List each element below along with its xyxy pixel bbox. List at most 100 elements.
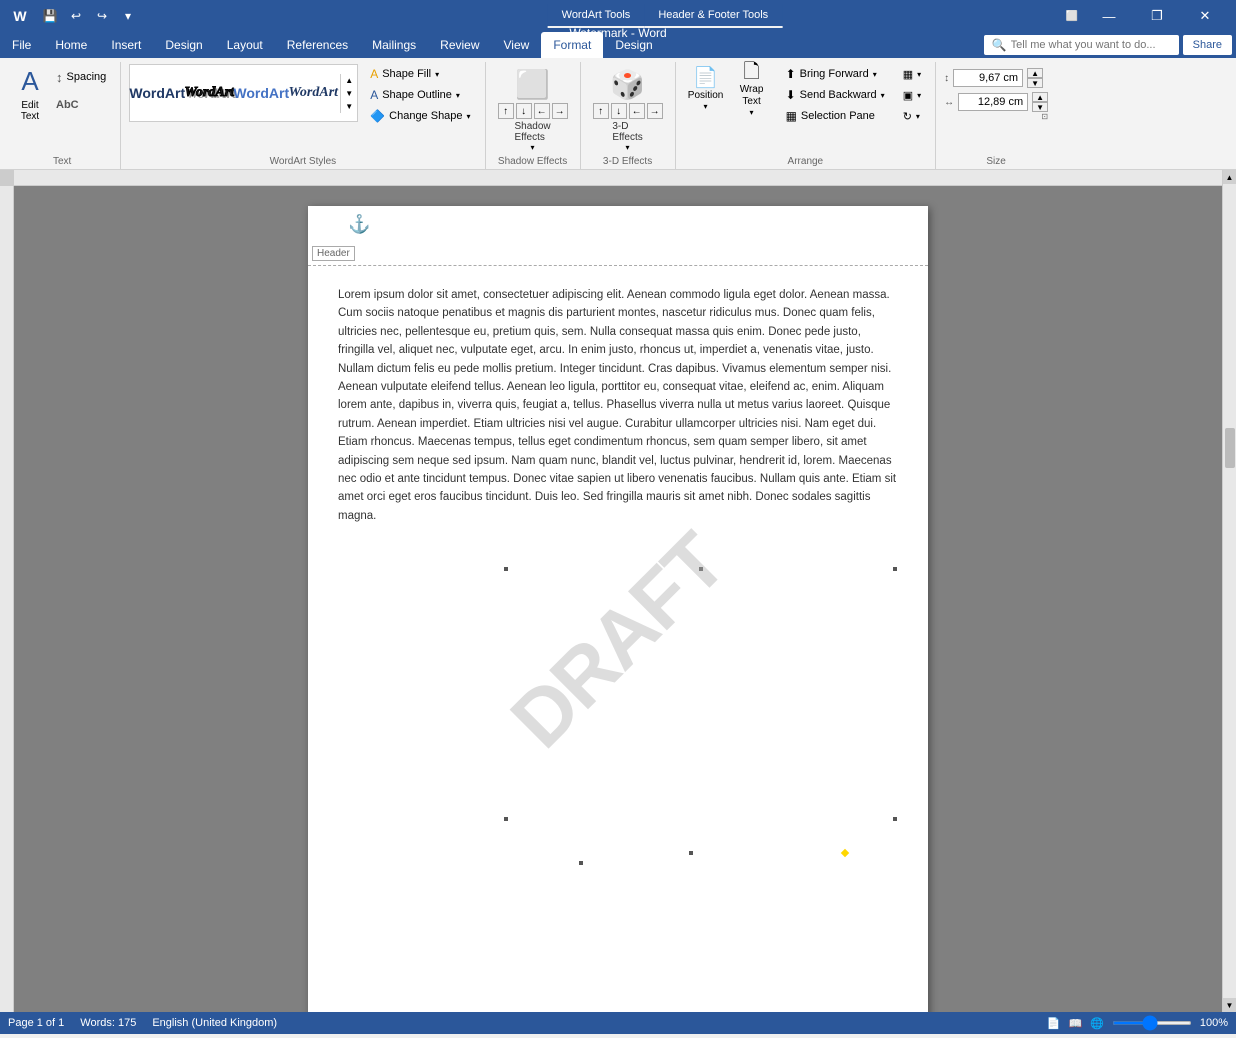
view-reading-icon[interactable]: 📖 xyxy=(1068,1017,1082,1030)
gallery-scroll: ▲ ▼ ▼ xyxy=(340,74,355,113)
menu-view[interactable]: View xyxy=(492,32,542,58)
scroll-track[interactable] xyxy=(1223,184,1236,998)
view-normal-icon[interactable]: 📄 xyxy=(1047,1017,1061,1030)
bring-forward-button[interactable]: ⬆ Bring Forward ▾ xyxy=(780,64,891,84)
menu-design[interactable]: Design xyxy=(153,32,214,58)
3d-effects-button[interactable]: 🎲 ↑ ↓ ← → 3-DEffects ▾ xyxy=(589,64,667,156)
shadow-btn-4[interactable]: → xyxy=(552,103,568,119)
gallery-more[interactable]: ▼ xyxy=(343,100,355,113)
size-expand-btn[interactable]: ⊡ xyxy=(1041,112,1048,121)
save-btn[interactable]: 💾 xyxy=(38,4,62,28)
selection-pane-button[interactable]: ▦ Selection Pane xyxy=(780,106,891,126)
undo-btn[interactable]: ↩ xyxy=(64,4,88,28)
gallery-down[interactable]: ▼ xyxy=(343,87,355,100)
selection-handle-tm[interactable] xyxy=(698,566,704,572)
search-input[interactable] xyxy=(1011,39,1171,51)
align-dropdown[interactable]: ▾ xyxy=(917,70,921,79)
menu-layout[interactable]: Layout xyxy=(215,32,275,58)
3d-dropdown[interactable]: ▾ xyxy=(626,143,630,152)
redo-btn[interactable]: ↪ xyxy=(90,4,114,28)
shadow-btn-1[interactable]: ↑ xyxy=(498,103,514,119)
scroll-up-btn[interactable]: ▲ xyxy=(1223,170,1236,184)
change-shape-dropdown[interactable]: ▾ xyxy=(467,112,471,121)
menu-review[interactable]: Review xyxy=(428,32,491,58)
view-web-icon[interactable]: 🌐 xyxy=(1090,1017,1104,1030)
zoom-slider[interactable] xyxy=(1112,1021,1192,1025)
selection-handle-bc[interactable] xyxy=(688,850,694,856)
group-dropdown[interactable]: ▾ xyxy=(917,91,921,100)
height-input[interactable] xyxy=(953,69,1023,87)
selection-handle-tl[interactable] xyxy=(503,566,509,572)
shadow-effects-button[interactable]: ⬜ ↑ ↓ ← → ShadowEffects ▾ xyxy=(494,64,572,156)
scroll-thumb[interactable] xyxy=(1225,428,1235,468)
wrap-text-icon: 🗋 xyxy=(744,60,760,84)
align-group-rotate-controls: ▦ ▾ ▣ ▾ ↻ ▾ xyxy=(897,64,927,126)
menu-references[interactable]: References xyxy=(275,32,360,58)
change-shape-button[interactable]: 🔷 Change Shape ▾ xyxy=(364,106,476,126)
wordart-tools-tab[interactable]: WordArt Tools xyxy=(548,4,645,28)
shape-fill-dropdown[interactable]: ▾ xyxy=(435,70,439,79)
ribbon-group-3d-effects: 🎲 ↑ ↓ ← → 3-DEffects ▾ 3-D Effects xyxy=(581,62,676,169)
shape-outline-dropdown[interactable]: ▾ xyxy=(456,91,460,100)
wordart-style-1[interactable]: WordArt xyxy=(132,68,182,118)
width-up-btn[interactable]: ▲ xyxy=(1032,92,1048,102)
group-button[interactable]: ▣ ▾ xyxy=(897,85,927,105)
shadow-btn-2[interactable]: ↓ xyxy=(516,103,532,119)
header-footer-tools-tab[interactable]: Header & Footer Tools xyxy=(644,4,782,28)
send-backward-dropdown[interactable]: ▾ xyxy=(881,91,885,100)
height-up-btn[interactable]: ▲ xyxy=(1027,68,1043,78)
3d-btn-2[interactable]: ↓ xyxy=(611,103,627,119)
selection-handle-mr[interactable] xyxy=(892,816,898,822)
gallery-up[interactable]: ▲ xyxy=(343,74,355,87)
page-info: Page 1 of 1 xyxy=(8,1017,64,1029)
rotate-dropdown[interactable]: ▾ xyxy=(916,112,920,121)
selection-handle-ml[interactable] xyxy=(503,816,509,822)
selection-handle-diamond[interactable] xyxy=(841,849,849,857)
position-icon: 📄 xyxy=(693,66,718,90)
height-down-btn[interactable]: ▼ xyxy=(1027,78,1043,88)
scroll-down-btn[interactable]: ▼ xyxy=(1223,998,1236,1012)
width-input[interactable] xyxy=(958,93,1028,111)
selection-handle-bl[interactable] xyxy=(578,860,584,866)
shape-outline-button[interactable]: A Shape Outline ▾ xyxy=(364,85,476,105)
selection-handle-tr[interactable] xyxy=(892,566,898,572)
menu-insert[interactable]: Insert xyxy=(99,32,153,58)
send-backward-icon: ⬇ xyxy=(786,88,796,102)
position-button[interactable]: 📄 Position ▾ xyxy=(684,64,728,114)
wordart-style-2[interactable]: WordArt xyxy=(184,68,234,118)
align-button[interactable]: ▦ ▾ xyxy=(897,64,927,84)
shadow-dropdown[interactable]: ▾ xyxy=(531,143,535,152)
minimize-btn[interactable]: — xyxy=(1086,0,1132,32)
wordart-style-4[interactable]: WordArt xyxy=(288,68,338,118)
bring-forward-dropdown[interactable]: ▾ xyxy=(873,70,877,79)
customize-btn[interactable]: ▾ xyxy=(116,4,140,28)
menu-mailings[interactable]: Mailings xyxy=(360,32,428,58)
edit-text-button[interactable]: A EditText xyxy=(12,64,48,124)
shape-fill-button[interactable]: A Shape Fill ▾ xyxy=(364,64,476,84)
menu-home[interactable]: Home xyxy=(43,32,99,58)
shadow-btn-3[interactable]: ← xyxy=(534,103,550,119)
rotate-button[interactable]: ↻ ▾ xyxy=(897,106,927,126)
quick-access-toolbar: 💾 ↩ ↪ ▾ xyxy=(38,4,140,28)
ribbon-group-wordart-styles: WordArt WordArt WordArt WordArt ▲ ▼ ▼ A … xyxy=(121,62,485,169)
anchor-icon: ⚓ xyxy=(348,214,370,235)
wordart-style-3[interactable]: WordArt xyxy=(236,68,286,118)
rotate-icon: ↻ xyxy=(903,110,912,123)
wrap-text-button[interactable]: 🗋 WrapText ▾ xyxy=(730,64,774,114)
close-btn[interactable]: ✕ xyxy=(1182,0,1228,32)
3d-btn-1[interactable]: ↑ xyxy=(593,103,609,119)
restore-btn[interactable]: ❐ xyxy=(1134,0,1180,32)
share-button[interactable]: Share xyxy=(1183,35,1232,55)
content-area[interactable]: ⚓ Header DRAFT xyxy=(14,186,1222,1012)
spacing-button[interactable]: ↕ Spacing xyxy=(50,64,112,90)
arrange-controls: 📄 Position ▾ 🗋 WrapText ▾ ⬆ Bring Forwar… xyxy=(684,64,928,156)
send-backward-button[interactable]: ⬇ Send Backward ▾ xyxy=(780,85,891,105)
3d-btn-4[interactable]: → xyxy=(647,103,663,119)
menu-file[interactable]: File xyxy=(0,32,43,58)
even-height-button[interactable]: AbC xyxy=(50,92,112,118)
3d-btn-3[interactable]: ← xyxy=(629,103,645,119)
ribbon-toggle-btn[interactable]: ⬜ xyxy=(1060,4,1084,28)
watermark[interactable]: DRAFT xyxy=(480,503,755,778)
width-down-btn[interactable]: ▼ xyxy=(1032,102,1048,112)
height-label: ↕ xyxy=(944,73,949,84)
